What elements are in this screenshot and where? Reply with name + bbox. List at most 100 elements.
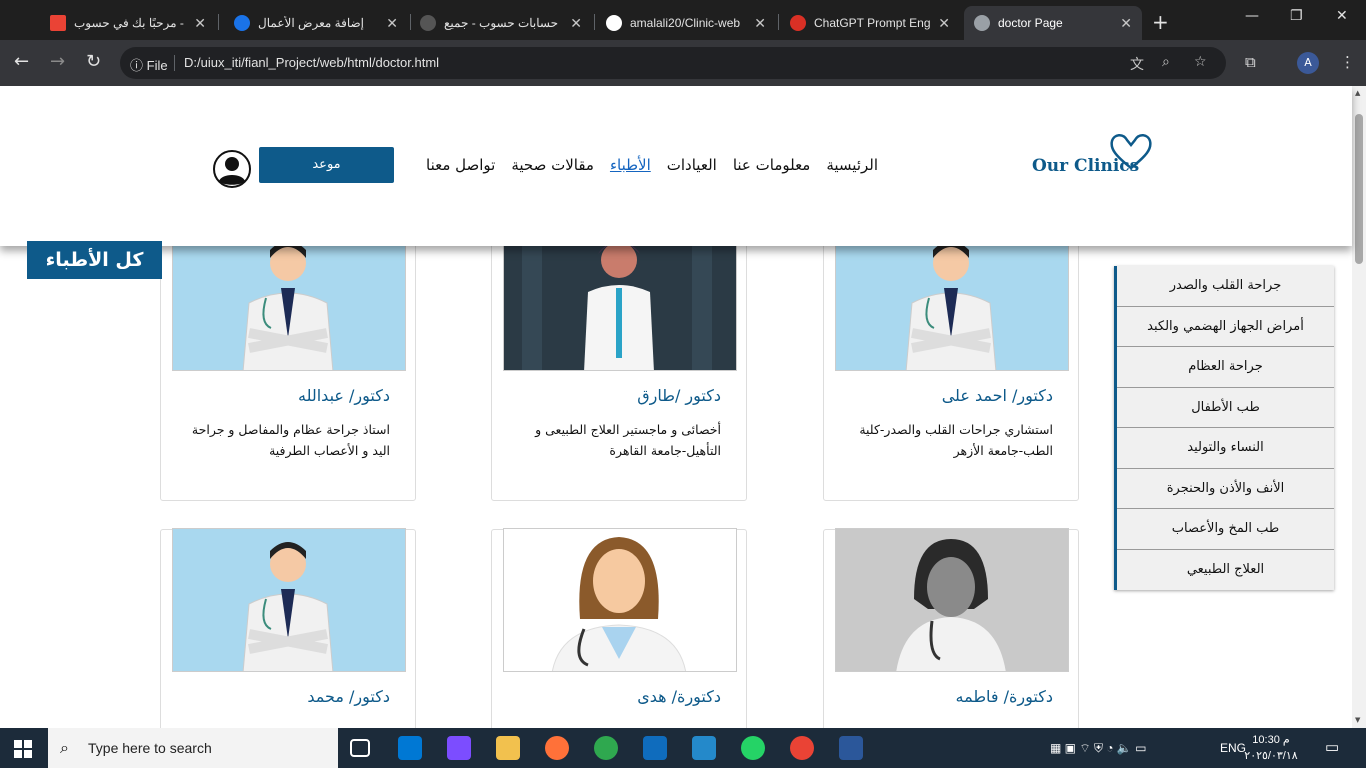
specialty-item[interactable]: أمراض الجهاز الهضمي والكبد — [1117, 306, 1334, 347]
tab-hsoub-accounts[interactable]: حسابات حسوب - جميع ✕ — [410, 6, 592, 40]
chrome-icon[interactable] — [790, 736, 814, 760]
notifications-icon[interactable]: ▭ — [1325, 738, 1339, 756]
doctor-name[interactable]: دكتور /طارق — [637, 386, 721, 405]
site-header: Our Clinics الرئيسية معلومات عنا العيادا… — [0, 86, 1352, 246]
system-clock[interactable]: 10:30 م ٢٠٢٥/٠٣/١٨ — [1228, 732, 1314, 764]
specialty-item[interactable]: النساء والتوليد — [1117, 428, 1334, 469]
back-icon[interactable]: ← — [14, 51, 29, 72]
nav-home[interactable]: الرئيسية — [826, 156, 878, 174]
doctor-name[interactable]: دكتورة/ فاطمه — [955, 687, 1053, 706]
doctor-photo — [172, 528, 406, 672]
main-nav: الرئيسية معلومات عنا العيادات الأطباء مق… — [410, 156, 878, 174]
doctor-description: استشاري جراحات القلب والصدر-كلية الطب-جا… — [859, 422, 1053, 458]
doctor-photo — [172, 227, 406, 371]
tab-github-clinic[interactable]: amalali20/Clinic-web ✕ — [596, 6, 776, 40]
doctor-name[interactable]: دكتورة/ هدى — [637, 687, 721, 706]
scroll-thumb[interactable] — [1355, 114, 1363, 264]
specialty-item[interactable]: الأنف والأذن والحنجرة — [1117, 468, 1334, 509]
close-tab-icon[interactable]: ✕ — [754, 15, 766, 32]
vscode-icon[interactable] — [692, 736, 716, 760]
doctor-name[interactable]: دكتور/ احمد على — [942, 386, 1053, 405]
doctor-photo — [835, 528, 1069, 672]
nav-clinics[interactable]: العيادات — [667, 156, 717, 174]
doctor-card[interactable]: دكتور/ عبدالله استاذ جراحة عظام والمفاصل… — [160, 227, 416, 501]
address-toolbar: ← → ↻ ⓘ File D:/uiux_iti/fianl_Project/w… — [0, 40, 1366, 86]
windows-taskbar: ⌕ Type here to search ▦ ▣ ⌔ ⛨ ◔ 🔈 ▭ ENG … — [0, 728, 1366, 768]
scroll-up-icon[interactable]: ▲ — [1355, 89, 1360, 97]
bookmark-star-icon[interactable]: ☆ — [1194, 54, 1207, 70]
github-icon — [606, 15, 622, 31]
chatgpt-course-icon — [790, 15, 806, 31]
doctor-card[interactable]: دكتورة/ فاطمه — [823, 528, 1079, 728]
windows-start-icon[interactable] — [14, 740, 32, 758]
hsoub-icon — [420, 15, 436, 31]
word-icon[interactable] — [839, 736, 863, 760]
url-text[interactable]: D:/uiux_iti/fianl_Project/web/html/docto… — [184, 55, 439, 70]
specialty-item[interactable]: طب الأطفال — [1117, 387, 1334, 428]
profile-avatar[interactable]: A — [1297, 52, 1319, 74]
taskbar-search[interactable]: ⌕ Type here to search — [48, 728, 338, 768]
minimize-icon[interactable]: — — [1245, 8, 1259, 24]
file-explorer-icon[interactable] — [496, 736, 520, 760]
menu-kebab-icon[interactable]: ⋮ — [1340, 53, 1355, 71]
whatsapp-icon[interactable] — [741, 736, 765, 760]
doctor-card[interactable]: دكتور/ محمد — [160, 528, 416, 728]
doctor-photo — [503, 528, 737, 672]
specialties-sidebar: جراحة القلب والصدر أمراض الجهاز الهضمي و… — [1114, 266, 1334, 590]
extensions-icon[interactable]: ⧉ — [1245, 53, 1256, 71]
address-bar[interactable]: ⓘ File D:/uiux_iti/fianl_Project/web/htm… — [120, 47, 1226, 79]
close-tab-icon[interactable]: ✕ — [1120, 15, 1132, 32]
doctor-description: استاذ جراحة عظام والمفاصل و جراحة اليد و… — [191, 422, 390, 458]
nav-about[interactable]: معلومات عنا — [733, 156, 811, 174]
tab-chatgpt-prompt[interactable]: ChatGPT Prompt Eng ✕ — [780, 6, 960, 40]
search-icon: ⌕ — [60, 738, 69, 757]
all-doctors-label: كل الأطباء — [27, 241, 162, 279]
doctor-name[interactable]: دكتور/ محمد — [307, 687, 390, 706]
task-view-icon[interactable] — [350, 739, 370, 757]
store-icon[interactable] — [398, 736, 422, 760]
close-tab-icon[interactable]: ✕ — [570, 15, 582, 32]
doctor-photo — [835, 227, 1069, 371]
copilot-icon[interactable] — [447, 736, 471, 760]
gmail-icon — [50, 15, 66, 31]
page-scrollbar[interactable]: ▲ ▼ — [1352, 86, 1366, 728]
outlook-icon[interactable] — [643, 736, 667, 760]
new-tab-icon[interactable]: + — [1152, 10, 1169, 34]
appointment-button[interactable]: موعد — [259, 147, 394, 183]
specialty-item[interactable]: جراحة العظام — [1117, 347, 1334, 388]
nav-contact[interactable]: تواصل معنا — [426, 156, 495, 174]
hsoub-icon — [234, 15, 250, 31]
close-tab-icon[interactable]: ✕ — [386, 15, 398, 32]
doctor-description: أخصائى و ماجستير العلاج الطبيعى و التأهي… — [535, 422, 721, 458]
close-tab-icon[interactable]: ✕ — [938, 15, 950, 32]
specialty-item[interactable]: جراحة القلب والصدر — [1117, 266, 1334, 307]
doctor-card[interactable]: دكتور /طارق أخصائى و ماجستير العلاج الطب… — [491, 227, 747, 501]
reload-icon[interactable]: ↻ — [86, 51, 101, 72]
doctor-card[interactable]: دكتور/ احمد على استشاري جراحات القلب وال… — [823, 227, 1079, 501]
tab-add-portfolio[interactable]: إضافة معرض الأعمال ✕ — [224, 6, 408, 40]
zoom-icon[interactable]: ⌕ — [1162, 54, 1170, 70]
specialty-item[interactable]: طب المخ والأعصاب — [1117, 509, 1334, 550]
scroll-down-icon[interactable]: ▼ — [1355, 716, 1360, 724]
nav-doctors[interactable]: الأطباء — [610, 156, 651, 174]
close-window-icon[interactable]: ✕ — [1336, 8, 1348, 24]
edge-icon[interactable] — [594, 736, 618, 760]
restore-icon[interactable]: ❐ — [1290, 8, 1303, 24]
tray-icons[interactable]: ▦ ▣ ⌔ ⛨ ◔ 🔈 ▭ — [1050, 741, 1147, 756]
doctor-name[interactable]: دكتور/ عبدالله — [298, 386, 390, 405]
nav-articles[interactable]: مقالات صحية — [511, 156, 594, 174]
specialty-item[interactable]: العلاج الطبيعي — [1117, 549, 1334, 590]
close-tab-icon[interactable]: ✕ — [194, 15, 206, 32]
doctor-photo — [503, 227, 737, 371]
translate-icon[interactable]: 文 — [1130, 54, 1144, 74]
doctor-card[interactable]: دكتورة/ هدى — [491, 528, 747, 728]
firefox-icon[interactable] — [545, 736, 569, 760]
user-account-icon[interactable] — [213, 150, 251, 188]
tab-hsoub-welcome[interactable]: مرحبًا بك في حسوب - ✕ — [40, 6, 216, 40]
tab-doctor-page[interactable]: doctor Page ✕ — [964, 6, 1142, 40]
forward-icon[interactable]: → — [50, 51, 65, 72]
browser-tab-strip: مرحبًا بك في حسوب - ✕ إضافة معرض الأعمال… — [0, 0, 1366, 40]
globe-icon — [974, 15, 990, 31]
site-info-icon[interactable]: ⓘ File — [130, 55, 168, 74]
page-viewport: Our Clinics الرئيسية معلومات عنا العيادا… — [0, 86, 1366, 728]
